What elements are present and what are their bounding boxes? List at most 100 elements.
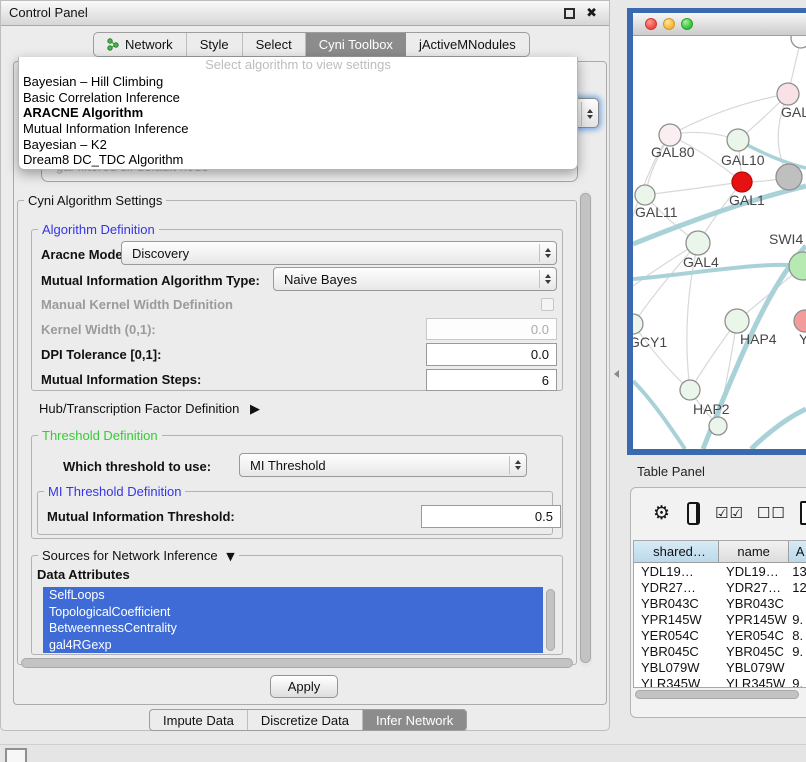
cell	[789, 595, 806, 611]
node-gal80[interactable]	[659, 124, 681, 146]
columns-icon[interactable]	[687, 502, 700, 525]
tab-jactivemnodules[interactable]: jActiveMNodules	[406, 33, 529, 56]
list-item[interactable]: BetweennessCentrality	[43, 620, 543, 637]
gear-icon[interactable]: ⚙	[653, 502, 670, 525]
cell: YER054C	[719, 627, 789, 643]
column-header-partial[interactable]: A	[789, 541, 806, 563]
kernel-width-field[interactable]: 0.0	[426, 318, 557, 340]
minimized-panel-icon[interactable]	[5, 748, 27, 762]
table-row[interactable]: YBR045CYBR045C9.	[634, 643, 806, 659]
combo-spinner-icon	[539, 270, 556, 287]
network-window-titlebar	[633, 13, 806, 36]
dpi-tolerance-field[interactable]: 0.0	[426, 343, 557, 366]
minimize-traffic-light[interactable]	[663, 18, 675, 30]
column-header-shared-name[interactable]: shared…	[634, 541, 719, 563]
node-label: HAP4	[740, 331, 777, 347]
column-header-name[interactable]: name	[719, 541, 789, 563]
network-graph: GAL GAL80 GAL10 GAL1 GAL11 SWI4 GAL4 HAP…	[633, 36, 806, 449]
panel-divider-handle[interactable]	[614, 370, 619, 378]
table-row[interactable]: YLR345WYLR345W9.	[634, 675, 806, 688]
tab-network[interactable]: Network	[94, 33, 187, 56]
field-value: 6	[542, 373, 549, 388]
screen: Control Panel ✖ Network Style Select	[0, 0, 806, 762]
cell: 9.	[789, 643, 806, 659]
close-traffic-light[interactable]	[645, 18, 657, 30]
cell: 13	[789, 563, 806, 579]
apply-button[interactable]: Apply	[270, 675, 338, 698]
node-partial-top[interactable]	[791, 36, 806, 48]
tab-label: Infer Network	[376, 713, 453, 728]
node-gal-partial[interactable]	[777, 83, 799, 105]
hub-definition-label: Hub/Transcription Factor Definition	[39, 401, 239, 416]
group-title: Threshold Definition	[38, 428, 162, 443]
cell: YBR043C	[719, 595, 789, 611]
popup-item[interactable]: Dream8 DC_TDC Algorithm	[19, 152, 577, 168]
node-hap4[interactable]	[725, 309, 749, 333]
float-panel-icon[interactable]	[564, 8, 575, 19]
table-toolbar: ⚙ ☑☑ ☐☐	[631, 488, 806, 538]
field-value: 0.0	[531, 322, 549, 337]
expand-right-icon[interactable]: ▶	[250, 402, 260, 417]
node-partial-bottom[interactable]	[709, 417, 727, 435]
node-table: shared… name A YDL19…YDL19…13 YDR27…YDR2…	[633, 540, 806, 688]
node-gcy1[interactable]	[633, 314, 643, 334]
zoom-traffic-light[interactable]	[681, 18, 693, 30]
node-hap2[interactable]	[680, 380, 700, 400]
node-gal11[interactable]	[635, 185, 655, 205]
table-row[interactable]: YDL19…YDL19…13	[634, 563, 806, 579]
tab-select[interactable]: Select	[243, 33, 306, 56]
deselect-all-checkboxes-icon[interactable]: ☐☐	[757, 504, 786, 522]
sources-toggle[interactable]: Sources for Network Inference ▼	[38, 548, 239, 563]
settings-vertical-scrollbar-track[interactable]	[579, 191, 592, 667]
collapse-down-icon[interactable]: ▼	[226, 550, 234, 563]
node-salmon[interactable]	[794, 310, 806, 332]
popup-item[interactable]: Bayesian – K2	[19, 137, 577, 153]
bottom-strip	[0, 744, 806, 762]
list-vertical-scrollbar[interactable]	[546, 589, 555, 651]
which-threshold-combo[interactable]: MI Threshold	[239, 453, 527, 477]
table-row[interactable]: YER054CYER054C8.	[634, 627, 806, 643]
node-label: GCY1	[633, 334, 667, 350]
settings-vertical-scrollbar[interactable]	[580, 193, 591, 663]
list-item[interactable]: SelfLoops	[43, 587, 543, 604]
node-gal10[interactable]	[727, 129, 749, 151]
select-all-checkboxes-icon[interactable]: ☑☑	[715, 504, 744, 522]
combo-spinner-icon	[509, 456, 526, 473]
popup-item[interactable]: Bayesian – Hill Climbing	[19, 74, 577, 90]
table-row[interactable]: YBR043CYBR043C	[634, 595, 806, 611]
table-row[interactable]: YDR27…YDR27…12	[634, 579, 806, 595]
table-horizontal-scrollbar[interactable]	[635, 690, 805, 699]
cell: 9.	[789, 611, 806, 627]
node-gal4[interactable]	[686, 231, 710, 255]
mi-threshold-field[interactable]: 0.5	[421, 505, 561, 528]
aracne-mode-combo[interactable]: Discovery	[121, 241, 557, 265]
cell: YPR145W	[634, 611, 719, 627]
tab-discretize-data[interactable]: Discretize Data	[248, 710, 363, 730]
cell: YLR345W	[634, 675, 719, 688]
node-gal1[interactable]	[732, 172, 752, 192]
tab-infer-network[interactable]: Infer Network	[363, 710, 466, 730]
list-item[interactable]: gal4RGexp	[43, 637, 543, 654]
tab-impute-data[interactable]: Impute Data	[150, 710, 248, 730]
tab-cyni-toolbox[interactable]: Cyni Toolbox	[306, 33, 406, 56]
node-label: SWI4	[769, 231, 803, 247]
table-row[interactable]: YBL079WYBL079W	[634, 659, 806, 675]
mi-type-combo[interactable]: Naive Bayes	[273, 267, 557, 291]
table-row[interactable]: YPR145WYPR145W9.	[634, 611, 806, 627]
bottom-tabbar: Impute Data Discretize Data Infer Networ…	[149, 709, 467, 731]
network-canvas[interactable]: GAL GAL80 GAL10 GAL1 GAL11 SWI4 GAL4 HAP…	[633, 36, 806, 449]
node-gray[interactable]	[776, 164, 802, 190]
document-icon[interactable]	[800, 501, 806, 525]
popup-item-selected[interactable]: ARACNE Algorithm	[19, 105, 577, 121]
tab-style[interactable]: Style	[187, 33, 243, 56]
cell: YBR043C	[634, 595, 719, 611]
popup-item[interactable]: Mutual Information Inference	[19, 121, 577, 137]
list-item[interactable]: TopologicalCoefficient	[43, 604, 543, 621]
combo-value: Discovery	[122, 246, 539, 261]
settings-horizontal-scrollbar[interactable]	[21, 658, 573, 668]
close-icon[interactable]: ✖	[586, 5, 597, 21]
manual-kernel-checkbox[interactable]	[541, 298, 554, 311]
mi-steps-field[interactable]: 6	[426, 369, 557, 391]
popup-item[interactable]: Basic Correlation Inference	[19, 90, 577, 106]
hub-definition-toggle[interactable]: Hub/Transcription Factor Definition ▶	[39, 401, 260, 417]
